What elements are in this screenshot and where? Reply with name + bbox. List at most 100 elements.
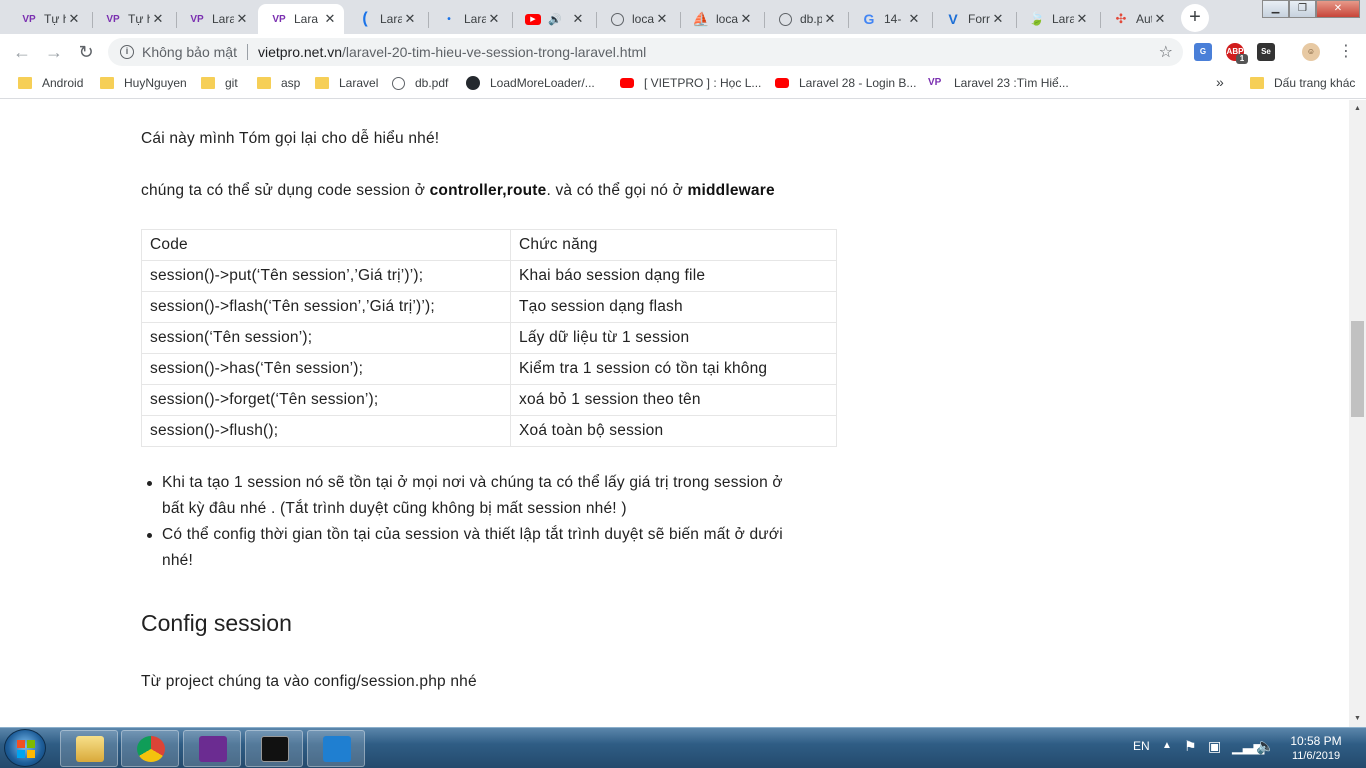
table-cell: session()->put(‘Tên session’,’Giá trị’)’… bbox=[141, 260, 511, 292]
chevron-right-icon[interactable]: » bbox=[1216, 74, 1224, 90]
bookmark-item[interactable]: Laravel bbox=[315, 76, 378, 90]
extension-badge: 1 bbox=[1236, 54, 1248, 64]
notes-list: Khi ta tạo 1 session nó sẽ tồn tại ở mọi… bbox=[147, 470, 842, 574]
bookmark-item[interactable]: git bbox=[201, 76, 238, 90]
tab[interactable]: • Lara ✕ bbox=[428, 4, 508, 34]
tab[interactable]: 🍃 Lara ✕ bbox=[1016, 4, 1096, 34]
profile-avatar[interactable]: ☺ bbox=[1302, 43, 1320, 61]
security-label[interactable]: Không bảo mật bbox=[142, 44, 237, 60]
action-center-icon[interactable]: ⚑ bbox=[1184, 738, 1197, 755]
tab[interactable]: VP Tự h ✕ bbox=[92, 4, 172, 34]
tab[interactable]: ( Lara ✕ bbox=[344, 4, 424, 34]
table-row: session()->flash(‘Tên session’,’Giá trị’… bbox=[141, 291, 837, 323]
tab[interactable]: V Forr ✕ bbox=[932, 4, 1012, 34]
table-cell: session()->has(‘Tên session’); bbox=[141, 353, 511, 385]
session-table: Code Chức năng session()->put(‘Tên sessi… bbox=[141, 229, 837, 447]
maximize-button[interactable]: ❐ bbox=[1289, 0, 1316, 18]
minimize-button[interactable]: ▁ bbox=[1262, 0, 1289, 18]
google-icon: G bbox=[863, 11, 875, 27]
taskbar-app-command-prompt[interactable] bbox=[245, 730, 303, 767]
tab[interactable]: VP Lara ✕ bbox=[176, 4, 256, 34]
youtube-icon: ▶ bbox=[524, 11, 542, 27]
menu-icon[interactable]: ⋮ bbox=[1334, 40, 1358, 64]
close-icon[interactable]: ✕ bbox=[402, 11, 418, 27]
table-cell: session()->forget(‘Tên session’); bbox=[141, 384, 511, 416]
bookmark-star-icon[interactable]: ☆ bbox=[1159, 42, 1173, 62]
tab-title: Forr bbox=[968, 12, 990, 26]
volume-icon[interactable]: 🔈 bbox=[1256, 737, 1275, 755]
github-icon bbox=[466, 76, 480, 90]
section-heading: Config session bbox=[141, 610, 292, 636]
translate-icon[interactable]: G bbox=[1194, 43, 1212, 61]
tab[interactable]: ⛵ loca ✕ bbox=[680, 4, 760, 34]
close-window-button[interactable]: ✕ bbox=[1316, 0, 1360, 18]
taskbar-app-file-explorer[interactable] bbox=[60, 730, 118, 767]
bookmark-item[interactable]: VP Laravel 23 :Tìm Hiể... bbox=[928, 76, 1069, 90]
vp-icon: VP bbox=[22, 13, 36, 25]
pinwheel-icon: ✣ bbox=[1115, 11, 1127, 26]
youtube-icon bbox=[620, 78, 634, 88]
forward-button[interactable]: → bbox=[42, 40, 66, 64]
close-icon[interactable]: ✕ bbox=[906, 11, 922, 27]
close-icon[interactable]: ✕ bbox=[822, 11, 838, 27]
table-header: Code bbox=[141, 229, 511, 261]
close-icon[interactable]: ✕ bbox=[1074, 11, 1090, 27]
tab[interactable]: ▶ 🔊 ✕ bbox=[512, 4, 592, 34]
tab-active[interactable]: VP Lara ✕ bbox=[258, 4, 344, 34]
tab-title: loca bbox=[716, 12, 738, 26]
bookmark-item[interactable]: LoadMoreLoader/... bbox=[466, 76, 595, 90]
table-row: session()->has(‘Tên session’); Kiểm tra … bbox=[141, 353, 837, 385]
bookmarks-bar: Android HuyNguyen git asp Laravel db.pdf… bbox=[0, 70, 1366, 99]
bookmark-item[interactable]: [ VIETPRO ] : Học L... bbox=[620, 76, 761, 90]
bookmark-item[interactable]: db.pdf bbox=[392, 76, 448, 90]
clock-date: 11/6/2019 bbox=[1291, 750, 1341, 762]
loading-dot-icon: • bbox=[447, 13, 451, 25]
bookmark-item[interactable]: Android bbox=[18, 76, 83, 90]
close-icon[interactable]: ✕ bbox=[486, 11, 502, 27]
bookmark-item[interactable]: HuyNguyen bbox=[100, 76, 187, 90]
selenium-icon[interactable]: Se bbox=[1257, 43, 1275, 61]
info-icon[interactable]: i bbox=[120, 45, 134, 59]
scrollbar-thumb[interactable] bbox=[1351, 321, 1364, 417]
taskbar-app-chrome[interactable] bbox=[121, 730, 179, 767]
tab[interactable]: G 14- ✕ bbox=[848, 4, 928, 34]
scroll-up-icon[interactable]: ▲ bbox=[1349, 100, 1366, 117]
close-icon[interactable]: ✕ bbox=[66, 11, 82, 27]
url-path: /laravel-20-tim-hieu-ve-session-trong-la… bbox=[342, 44, 647, 60]
tab[interactable]: VP Tự h ✕ bbox=[8, 4, 88, 34]
network-device-icon[interactable]: ▣ bbox=[1208, 738, 1221, 755]
tab-title: Lara bbox=[294, 12, 319, 26]
chrome-icon bbox=[137, 736, 165, 762]
new-tab-button[interactable]: + bbox=[1181, 4, 1209, 32]
close-icon[interactable]: ✕ bbox=[234, 11, 250, 27]
tab[interactable]: db.p ✕ bbox=[764, 4, 844, 34]
close-icon[interactable]: ✕ bbox=[738, 11, 754, 27]
system-clock[interactable]: 10:58 PM 11/6/2019 bbox=[1276, 734, 1356, 764]
scroll-down-icon[interactable]: ▼ bbox=[1349, 710, 1366, 727]
loading-spinner-icon: ( bbox=[362, 10, 368, 27]
back-button[interactable]: ← bbox=[10, 40, 34, 64]
table-row: session(‘Tên session’); Lấy dữ liệu từ 1… bbox=[141, 322, 837, 354]
tab[interactable]: ✣ Aut ✕ bbox=[1100, 4, 1174, 34]
reload-button[interactable]: ↻ bbox=[74, 40, 98, 64]
taskbar-app-media[interactable] bbox=[183, 730, 241, 767]
vertical-scrollbar[interactable]: ▲ ▼ bbox=[1349, 100, 1366, 727]
bookmark-item[interactable]: Laravel 28 - Login B... bbox=[775, 76, 916, 90]
close-icon[interactable]: ✕ bbox=[570, 11, 586, 27]
language-indicator[interactable]: EN bbox=[1133, 739, 1150, 753]
bookmark-item[interactable]: asp bbox=[257, 76, 300, 90]
tab[interactable]: loca ✕ bbox=[596, 4, 676, 34]
close-icon[interactable]: ✕ bbox=[654, 11, 670, 27]
address-bar[interactable]: i Không bảo mật vietpro.net.vn/laravel-2… bbox=[108, 38, 1183, 66]
close-icon[interactable]: ✕ bbox=[990, 11, 1006, 27]
taskbar-app-vscode[interactable] bbox=[307, 730, 365, 767]
other-bookmarks[interactable]: Dấu trang khác bbox=[1250, 76, 1355, 90]
close-icon[interactable]: ✕ bbox=[150, 11, 166, 27]
tab-strip: VP Tự h ✕ VP Tự h ✕ VP Lara ✕ VP Lara ✕ … bbox=[0, 0, 1366, 34]
show-hidden-icons-icon[interactable]: ▲ bbox=[1162, 740, 1172, 751]
close-icon[interactable]: ✕ bbox=[322, 11, 338, 27]
url-text[interactable]: vietpro.net.vn/laravel-20-tim-hieu-ve-se… bbox=[258, 44, 646, 60]
table-cell: Tạo session dạng flash bbox=[510, 291, 837, 323]
close-icon[interactable]: ✕ bbox=[1152, 11, 1168, 27]
start-button[interactable] bbox=[4, 729, 46, 767]
